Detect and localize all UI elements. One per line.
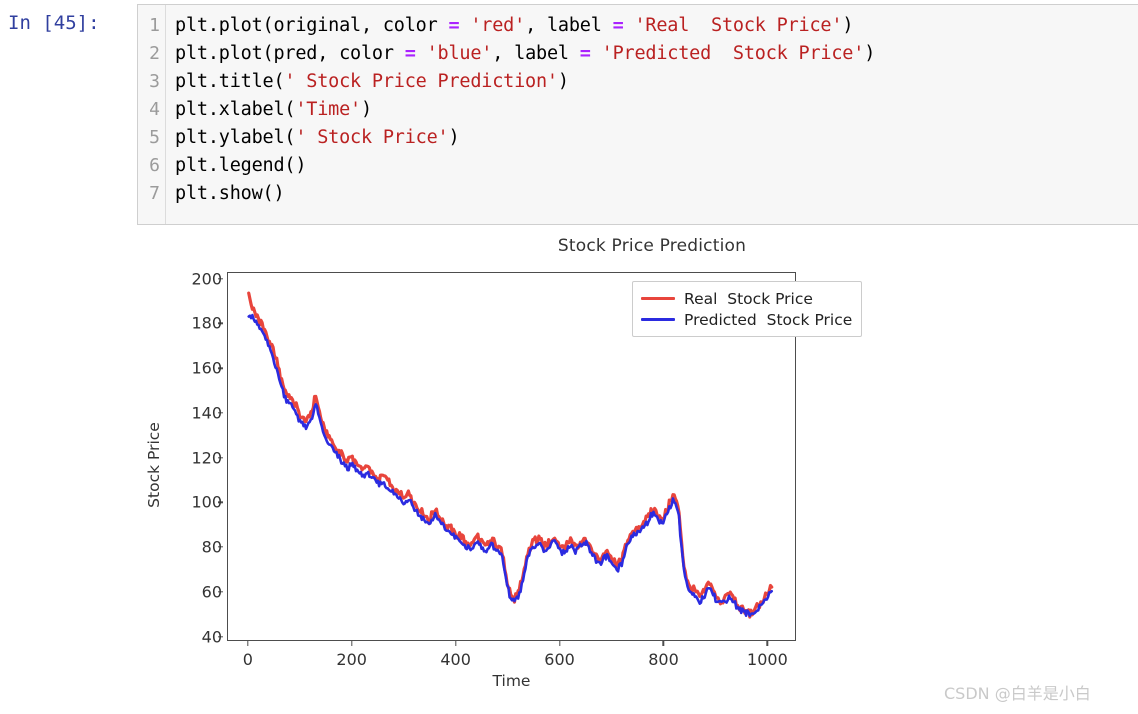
- code-token: =: [448, 15, 460, 36]
- x-tick-mark: [766, 641, 769, 646]
- code-token: 'red': [470, 15, 526, 36]
- y-tick-label: 80: [201, 537, 222, 557]
- code-token: ): [864, 43, 876, 64]
- x-tick-mark: [662, 641, 665, 646]
- code-token: ): [842, 15, 854, 36]
- x-axis-label: Time: [492, 672, 531, 690]
- code-token: ): [360, 99, 372, 120]
- code-token: plt.legend(): [175, 155, 307, 176]
- legend-item: Predicted Stock Price: [641, 309, 852, 330]
- x-tick-label: 200: [336, 650, 367, 669]
- line-number: 7: [149, 183, 160, 204]
- code-token: ): [557, 71, 569, 92]
- code-token: plt.show(): [175, 183, 285, 204]
- code-editor[interactable]: 1 2 3 4 5 6 7 plt.plot(original, color = 'red'…: [137, 4, 1138, 225]
- y-tick-label: 60: [201, 582, 222, 602]
- code-text-area[interactable]: plt.plot(original, color = 'red', label …: [166, 5, 1138, 224]
- x-tick-label: 600: [544, 650, 575, 669]
- code-line[interactable]: plt.legend(): [175, 152, 1138, 180]
- x-tick-mark: [351, 641, 353, 646]
- code-token: =: [579, 43, 591, 64]
- x-tick-label: 1000: [747, 650, 788, 669]
- series-line-real: [247, 291, 774, 619]
- x-tick-mark: [558, 641, 561, 646]
- code-line[interactable]: plt.title(' Stock Price Prediction'): [175, 68, 1138, 96]
- code-line[interactable]: plt.ylabel(' Stock Price'): [175, 124, 1138, 152]
- code-token: 'Real Stock Price': [634, 15, 843, 36]
- line-number: 4: [149, 99, 160, 120]
- code-token: 'Predicted Stock Price': [601, 43, 865, 64]
- line-number-gutter: 1 2 3 4 5 6 7: [138, 5, 166, 224]
- watermark-text: CSDN @白羊是小白: [944, 684, 1091, 703]
- x-tick-label: 0: [242, 650, 253, 669]
- code-token: plt.plot(pred, color: [175, 43, 405, 64]
- code-token: plt.ylabel(: [175, 127, 296, 148]
- legend-item: Real Stock Price: [641, 288, 852, 309]
- code-token: plt.title(: [175, 71, 285, 92]
- code-token: ): [448, 127, 460, 148]
- y-tick-label: 180: [191, 313, 222, 333]
- notebook-input-cell: In [45]: 1 2 3 4 5 6 7 plt.plot(original, colo…: [0, 0, 1138, 230]
- code-token: , label: [492, 43, 580, 64]
- legend-swatch-real: [641, 296, 675, 301]
- legend-swatch-predicted: [641, 317, 675, 322]
- code-token: =: [404, 43, 416, 64]
- code-line[interactable]: plt.plot(original, color = 'red', label …: [175, 12, 1138, 40]
- legend-label: Real Stock Price: [684, 289, 813, 308]
- x-tick-label: 400: [440, 650, 471, 669]
- y-tick-label: 160: [191, 358, 222, 378]
- y-axis-label: Stock Price: [145, 422, 163, 508]
- x-tick-mark: [454, 641, 457, 646]
- y-tick-label: 200: [191, 269, 222, 289]
- x-tick-mark: [247, 641, 249, 646]
- chart-title: Stock Price Prediction: [557, 236, 747, 256]
- line-number: 3: [149, 71, 160, 92]
- line-number: 6: [149, 155, 160, 176]
- code-token: plt.plot(original, color: [175, 15, 449, 36]
- code-token: =: [612, 15, 624, 36]
- code-token: 'blue': [426, 43, 493, 64]
- chart-legend: Real Stock Price Predicted Stock Price: [632, 281, 863, 337]
- code-token: 'Time': [295, 99, 361, 120]
- input-prompt-label: In [45]:: [8, 12, 100, 34]
- series-line-predicted: [247, 313, 773, 618]
- code-token: ' Stock Price': [295, 127, 449, 148]
- x-tick-label: 800: [648, 650, 679, 669]
- plot-area: Real Stock Price Predicted Stock Price: [227, 272, 863, 641]
- code-line[interactable]: plt.plot(pred, color = 'blue', label = '…: [175, 40, 1138, 68]
- line-number: 1: [149, 15, 160, 36]
- code-line[interactable]: plt.xlabel('Time'): [175, 96, 1138, 124]
- y-tick-label: 40: [201, 627, 222, 647]
- code-token: , label: [525, 15, 613, 36]
- line-number: 5: [149, 127, 160, 148]
- code-token: ' Stock Price Prediction': [284, 71, 558, 92]
- legend-label: Predicted Stock Price: [684, 310, 853, 329]
- code-token: plt.xlabel(: [175, 99, 296, 120]
- line-number: 2: [149, 43, 160, 64]
- matplotlib-figure: Stock Price Prediction 40 60 80 100 120 140 16…: [140, 232, 900, 710]
- code-line[interactable]: plt.show(): [175, 180, 1138, 208]
